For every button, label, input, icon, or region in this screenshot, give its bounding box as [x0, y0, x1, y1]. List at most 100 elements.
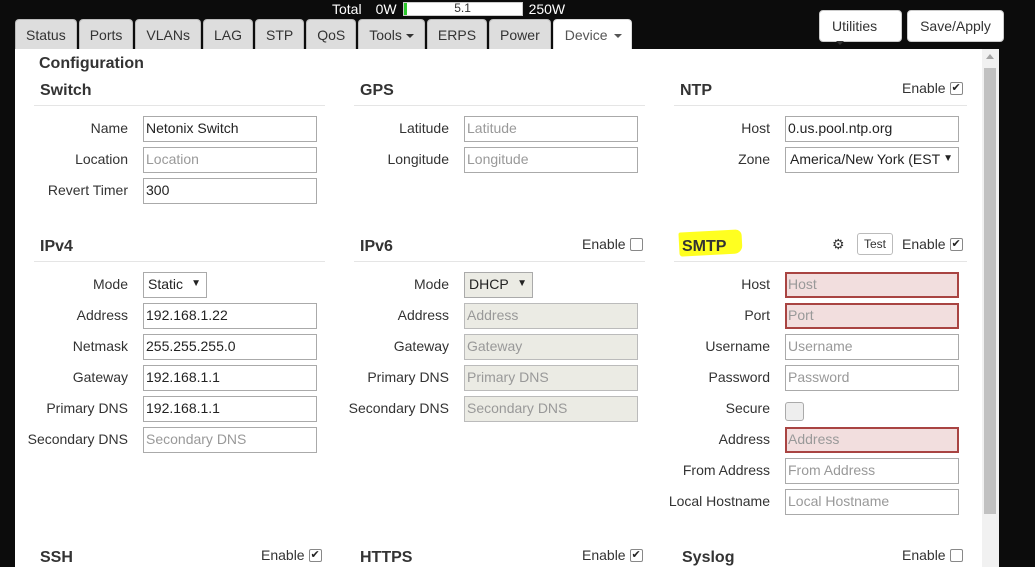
- tab-stp[interactable]: STP: [254, 19, 305, 49]
- smtp-host-input[interactable]: Host: [785, 272, 959, 298]
- chevron-down-icon: [836, 41, 844, 46]
- ipv4-mode-value: Static: [148, 276, 184, 292]
- ipv4-mode-label: Mode: [92, 276, 128, 292]
- longitude-input[interactable]: Longitude: [464, 147, 638, 173]
- smtp-host-label: Host: [741, 276, 770, 292]
- smtp-from-address-input[interactable]: From Address: [785, 458, 959, 484]
- save-apply-button[interactable]: Save/Apply: [907, 10, 1004, 42]
- smtp-local-hostname-label: Local Hostname: [668, 493, 770, 509]
- checkmark-icon: ✔: [631, 548, 641, 561]
- ipv4-primary-dns-label: Primary DNS: [46, 400, 128, 416]
- syslog-enable[interactable]: Enable: [902, 547, 963, 563]
- checkmark-icon: ✔: [951, 237, 961, 250]
- ipv4-netmask-label: Netmask: [72, 338, 128, 354]
- checkmark-icon: ✔: [310, 548, 320, 561]
- ssh-enable-label: Enable: [261, 547, 305, 563]
- smtp-secure-label: Secure: [725, 400, 770, 416]
- ipv6-primary-dns-input[interactable]: Primary DNS: [464, 365, 638, 391]
- tab-tools[interactable]: Tools: [358, 19, 425, 49]
- syslog-enable-checkbox[interactable]: [949, 548, 963, 562]
- smtp-enable[interactable]: Enable ✔: [902, 236, 963, 252]
- https-enable[interactable]: Enable ✔: [582, 547, 643, 563]
- switch-location-input[interactable]: Location: [143, 147, 317, 173]
- ntp-host-input[interactable]: 0.us.pool.ntp.org: [785, 116, 959, 142]
- smtp-password-input[interactable]: Password: [785, 365, 959, 391]
- gear-icon[interactable]: ⚙: [832, 236, 845, 253]
- smtp-username-label: Username: [705, 338, 770, 354]
- ipv6-secondary-dns-input[interactable]: Secondary DNS: [464, 396, 638, 422]
- checkmark-icon: ✔: [951, 81, 961, 94]
- gps-divider: [354, 105, 645, 106]
- ntp-enable[interactable]: Enable ✔: [902, 80, 963, 96]
- ntp-enable-checkbox[interactable]: ✔: [949, 81, 963, 95]
- smtp-port-label: Port: [744, 307, 770, 323]
- tab-vlans[interactable]: VLANs: [135, 19, 201, 49]
- revert-timer-label: Revert Timer: [47, 182, 128, 198]
- tab-qos[interactable]: QoS: [306, 19, 357, 49]
- tab-device-label: Device: [564, 27, 608, 43]
- tab-ports[interactable]: Ports: [78, 19, 134, 49]
- ntp-enable-label: Enable: [902, 80, 946, 96]
- power-meter: Total 0W 5.1 250W: [332, 1, 565, 17]
- smtp-test-button[interactable]: Test: [857, 233, 894, 255]
- ntp-divider: [674, 105, 967, 106]
- tab-lag[interactable]: LAG: [202, 19, 253, 49]
- ipv6-address-input[interactable]: Address: [464, 303, 638, 329]
- tab-status[interactable]: Status: [15, 19, 77, 49]
- smtp-address-input[interactable]: Address: [785, 427, 959, 453]
- switch-divider: [34, 105, 325, 106]
- ipv4-secondary-dns-input[interactable]: Secondary DNS: [143, 427, 317, 453]
- gps-section-title: GPS: [360, 82, 394, 99]
- ipv4-gateway-label: Gateway: [72, 369, 128, 385]
- ipv6-mode-label: Mode: [413, 276, 449, 292]
- latitude-input[interactable]: Latitude: [464, 116, 638, 142]
- switch-name-label: Name: [90, 120, 128, 136]
- smtp-enable-checkbox[interactable]: ✔: [949, 237, 963, 251]
- scrollbar-thumb[interactable]: [984, 68, 996, 514]
- smtp-enable-label: Enable: [902, 236, 946, 252]
- https-section-title: HTTPS: [360, 549, 413, 566]
- ipv4-section-title: IPv4: [40, 238, 73, 255]
- smtp-password-label: Password: [708, 369, 770, 385]
- tab-erps[interactable]: ERPS: [426, 19, 488, 49]
- ipv4-netmask-input[interactable]: 255.255.255.0: [143, 334, 317, 360]
- ssh-enable[interactable]: Enable ✔: [261, 547, 322, 563]
- utilities-button[interactable]: Utilities: [819, 10, 902, 46]
- latitude-label: Latitude: [399, 120, 449, 136]
- power-max-label: 250W: [528, 1, 566, 17]
- ipv4-gateway-input[interactable]: 192.168.1.1: [143, 365, 317, 391]
- smtp-username-input[interactable]: Username: [785, 334, 959, 360]
- ssh-section-title: SSH: [40, 549, 73, 566]
- smtp-local-hostname-input[interactable]: Local Hostname: [785, 489, 959, 515]
- ipv6-mode-value: DHCP: [469, 276, 509, 292]
- ipv6-enable[interactable]: Enable: [582, 236, 643, 252]
- chevron-down-icon: [405, 34, 414, 39]
- ipv6-gateway-input[interactable]: Gateway: [464, 334, 638, 360]
- https-enable-checkbox[interactable]: ✔: [629, 548, 643, 562]
- vertical-scrollbar[interactable]: [982, 49, 999, 567]
- tab-device[interactable]: Device: [552, 19, 632, 50]
- tab-tools-label: Tools: [369, 27, 402, 43]
- ipv4-primary-dns-input[interactable]: 192.168.1.1: [143, 396, 317, 422]
- ipv6-mode-select[interactable]: DHCP ▼: [464, 272, 533, 298]
- syslog-section-title: Syslog: [682, 549, 735, 566]
- ipv4-address-input[interactable]: 192.168.1.22: [143, 303, 317, 329]
- longitude-label: Longitude: [387, 151, 449, 167]
- ipv6-enable-checkbox[interactable]: [629, 237, 643, 251]
- device-config-panel: Configuration Switch Name Netonix Switch…: [15, 49, 982, 567]
- smtp-secure-checkbox[interactable]: [785, 402, 804, 421]
- smtp-port-input[interactable]: Port: [785, 303, 959, 329]
- page-title: Configuration: [39, 55, 144, 72]
- scroll-up-arrow-icon[interactable]: [986, 54, 994, 59]
- power-total-label: Total: [332, 1, 362, 17]
- ssh-enable-checkbox[interactable]: ✔: [308, 548, 322, 562]
- switch-name-input[interactable]: Netonix Switch: [143, 116, 317, 142]
- ipv4-mode-select[interactable]: Static ▼: [143, 272, 207, 298]
- ntp-zone-select[interactable]: America/New York (EST ▼: [785, 147, 959, 173]
- revert-timer-input[interactable]: 300: [143, 178, 317, 204]
- tab-power[interactable]: Power: [489, 19, 551, 49]
- ntp-host-label: Host: [741, 120, 770, 136]
- power-bar: 5.1: [402, 1, 523, 16]
- smtp-divider: [674, 261, 967, 262]
- main-tabs: Status Ports VLANs LAG STP QoS Tools ERP…: [15, 19, 634, 50]
